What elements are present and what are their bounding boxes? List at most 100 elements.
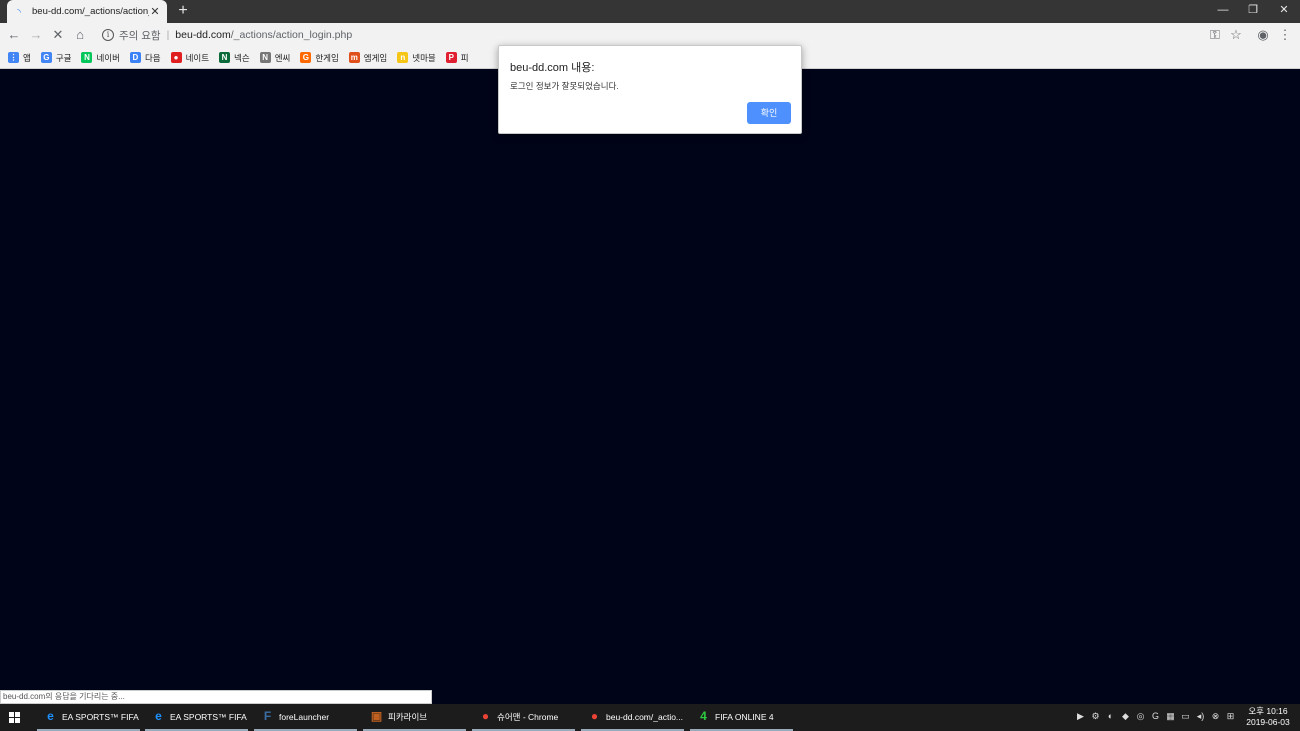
hangame-icon: G xyxy=(300,52,312,63)
bookmark-label: 넷마블 xyxy=(412,52,436,63)
bookmark-item[interactable]: ⋮ 앱 xyxy=(8,52,31,64)
new-tab-button[interactable]: + xyxy=(174,1,192,21)
address-bar[interactable]: i 주의 요함 | beu-dd.com/_actions/action_log… xyxy=(95,25,1255,45)
dialog-title: beu-dd.com 내용: xyxy=(510,62,595,74)
restore-button[interactable]: ❐ xyxy=(1237,0,1269,23)
bookmark-label: 피 xyxy=(460,52,469,63)
bookmark-item[interactable]: n 넷마블 xyxy=(397,52,436,64)
taskbar-item[interactable]: FforeLauncher xyxy=(254,704,357,731)
taskbar-item-label: FIFA ONLINE 4 xyxy=(715,711,774,722)
system-tray: ▶ ⚙ ◐ ◆ ◎ G ▦ ▭ ◂) ⊗ ⊞ xyxy=(1075,711,1236,722)
bookmark-item[interactable]: G 한게임 xyxy=(300,52,339,64)
netmarble-icon: n xyxy=(397,52,409,63)
minimize-button[interactable]: — xyxy=(1207,0,1239,23)
naver-icon: N xyxy=(81,52,93,63)
tray-icon[interactable]: ⊞ xyxy=(1225,711,1236,722)
url-host[interactable]: beu-dd.com xyxy=(175,29,230,41)
tab-close-icon[interactable]: ✕ xyxy=(149,6,161,18)
alert-dialog: beu-dd.com 내용: 로그인 정보가 잘못되었습니다. 확인 xyxy=(498,45,802,134)
bookmark-label: 엠게임 xyxy=(363,52,388,63)
bookmark-item[interactable]: ● 네이트 xyxy=(170,52,210,64)
bookmark-item[interactable]: m 엠게임 xyxy=(348,52,388,64)
chrome-icon: ● xyxy=(481,709,490,723)
tab-title: beu-dd.com/_actions/action_login xyxy=(32,6,149,17)
key-icon[interactable]: ⚿ xyxy=(1205,25,1225,45)
browser-toolbar: ← → ✕ ⌂ i 주의 요함 | beu-dd.com/_actions/ac… xyxy=(0,23,1300,47)
ie-icon: e xyxy=(47,709,54,723)
info-icon[interactable]: i xyxy=(102,29,114,41)
pikalive-icon: ▣ xyxy=(370,709,383,723)
nate-icon: ● xyxy=(170,52,182,63)
taskbar-item-label: foreLauncher xyxy=(279,711,330,722)
nexon-icon: N xyxy=(219,52,231,63)
bookmark-item[interactable]: N 엔씨 xyxy=(259,52,291,64)
tray-icon[interactable]: ⊗ xyxy=(1210,711,1221,722)
bookmark-label: 앱 xyxy=(23,52,31,63)
tray-icon[interactable]: ⚙ xyxy=(1090,711,1101,722)
taskbar-item-label: 슈어맨 - Chrome xyxy=(497,711,559,722)
bookmark-label: 넥슨 xyxy=(234,52,250,63)
back-button[interactable]: ← xyxy=(4,25,24,45)
taskbar-item[interactable]: e EA SPORTS™ FIFA ... xyxy=(37,704,140,731)
tab-strip: ◝ beu-dd.com/_actions/action_login ✕ + —… xyxy=(0,0,1300,23)
nc-icon: N xyxy=(259,52,271,63)
home-button[interactable]: ⌂ xyxy=(70,25,90,45)
mgame-icon: m xyxy=(348,52,360,63)
account-icon[interactable]: ◉ xyxy=(1253,25,1273,45)
window-close-button[interactable]: ✕ xyxy=(1268,0,1300,23)
omnibox-separator: | xyxy=(166,29,170,41)
bookmark-label: 엔씨 xyxy=(274,52,291,63)
tray-icon[interactable]: ◆ xyxy=(1120,711,1131,722)
apps-icon: ⋮ xyxy=(8,52,19,63)
bookmark-item[interactable]: D 다음 xyxy=(129,52,161,64)
tray-icon[interactable]: ▶ xyxy=(1075,711,1086,722)
bookmark-item[interactable]: N 넥슨 xyxy=(219,52,250,64)
taskbar-item[interactable]: e EA SPORTS™ FIFA ... xyxy=(145,704,248,731)
taskbar-item-label: beu-dd.com/_actio... xyxy=(606,711,684,722)
fifa-icon: 4 xyxy=(700,709,707,723)
tray-icon[interactable]: ▦ xyxy=(1165,711,1176,722)
clock[interactable]: 오후 10:16 2019-06-03 xyxy=(1243,706,1293,728)
tray-icon[interactable]: G xyxy=(1150,711,1161,722)
tray-icon[interactable]: ◐ xyxy=(1105,711,1116,722)
clock-time: 오후 10:16 xyxy=(1248,706,1288,716)
bookmark-label: 다음 xyxy=(144,52,161,63)
pmang-icon: P xyxy=(445,52,457,63)
taskbar-item[interactable]: 4 FIFA ONLINE 4 xyxy=(690,704,793,731)
bookmark-label: 네이트 xyxy=(185,52,210,63)
status-bar: beu-dd.com의 응답을 기다리는 중... xyxy=(0,690,432,704)
clock-date: 2019-06-03 xyxy=(1246,717,1290,727)
forward-button[interactable]: → xyxy=(26,25,46,45)
taskbar: e EA SPORTS™ FIFA ... e EA SPORTS™ FIFA ...… xyxy=(0,704,1300,731)
tray-icon[interactable]: ◂) xyxy=(1195,711,1206,722)
tab-active[interactable]: ◝ beu-dd.com/_actions/action_login ✕ xyxy=(7,0,167,23)
stop-button[interactable]: ✕ xyxy=(48,25,68,45)
taskbar-item[interactable]: ● beu-dd.com/_actio... xyxy=(581,704,684,731)
taskbar-item-label: EA SPORTS™ FIFA ... xyxy=(170,711,248,722)
loading-icon: ◝ xyxy=(17,6,21,17)
daum-icon: D xyxy=(129,52,141,63)
taskbar-item-label: 피카라이브 xyxy=(388,711,428,722)
url-path[interactable]: /_actions/action_login.php xyxy=(231,29,352,41)
taskbar-item-label: EA SPORTS™ FIFA ... xyxy=(62,711,140,722)
bookmark-label: 한게임 xyxy=(315,52,339,63)
security-label[interactable]: 주의 요함 xyxy=(119,28,161,43)
bookmark-item[interactable]: G 구글 xyxy=(40,52,72,64)
bookmark-item[interactable]: N 네이버 xyxy=(81,52,120,64)
menu-icon[interactable]: ⋮ xyxy=(1275,25,1295,45)
bookmark-label: 네이버 xyxy=(96,52,120,63)
taskbar-item[interactable]: ▣ 피카라이브 xyxy=(363,704,466,731)
bookmark-item[interactable]: P피 xyxy=(445,52,469,64)
ie-icon: e xyxy=(155,709,162,723)
bookmark-star-icon[interactable]: ☆ xyxy=(1226,25,1246,45)
tray-icon[interactable]: ▭ xyxy=(1180,711,1191,722)
chrome-icon: ● xyxy=(590,709,599,723)
google-icon: G xyxy=(40,52,52,63)
ok-button[interactable]: 확인 xyxy=(747,102,791,124)
dialog-message: 로그인 정보가 잘못되었습니다. xyxy=(510,81,619,91)
bookmark-label: 구글 xyxy=(55,52,72,63)
windows-start-icon[interactable] xyxy=(9,712,21,724)
forelauncher-icon: F xyxy=(263,709,272,723)
tray-icon[interactable]: ◎ xyxy=(1135,711,1146,722)
taskbar-item[interactable]: ● 슈어맨 - Chrome xyxy=(472,704,575,731)
